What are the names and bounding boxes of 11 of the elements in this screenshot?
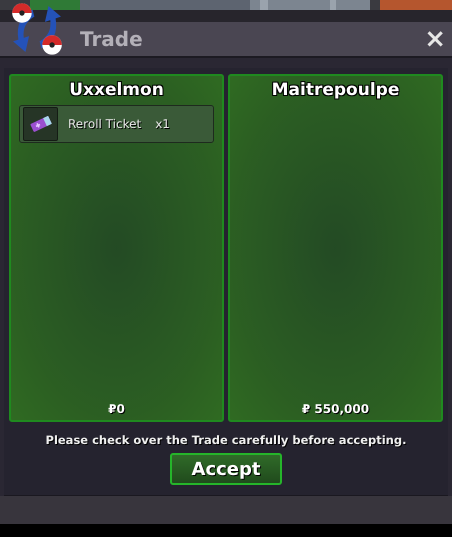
item-quantity: x1 xyxy=(155,117,170,131)
window-title: Trade xyxy=(80,27,143,51)
trader-name: Uxxelmon xyxy=(69,80,164,100)
close-button[interactable]: × xyxy=(422,26,448,52)
trader-name: Maitrepoulpe xyxy=(272,80,400,100)
accept-button[interactable]: Accept xyxy=(170,453,282,485)
item-row[interactable]: Reroll Ticket x1 xyxy=(19,105,214,143)
item-name: Reroll Ticket xyxy=(68,117,142,131)
money-amount: ₽ 550,000 xyxy=(302,402,370,416)
notice-text: Please check over the Trade carefully before accepting. xyxy=(46,433,406,447)
money-amount: ₽0 xyxy=(108,402,125,416)
